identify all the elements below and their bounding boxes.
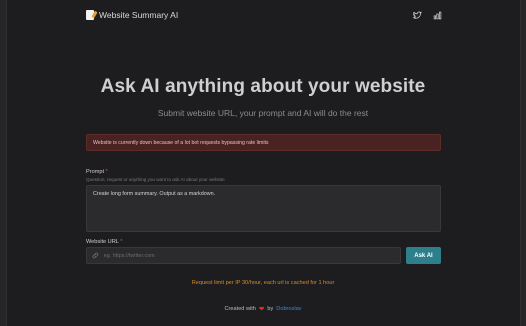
link-icon [92, 252, 99, 259]
stats-icon[interactable] [433, 11, 442, 20]
footer-prefix: Created with [224, 306, 256, 312]
site-title[interactable]: Website Summary AI [99, 10, 178, 20]
url-row: Ask AI [86, 247, 441, 264]
twitter-icon[interactable] [413, 11, 422, 20]
required-mark: * [120, 239, 123, 245]
url-label-text: Website URL [86, 239, 119, 245]
site-header: Website Summary AI [86, 8, 442, 22]
rate-limit-note: Request limit per IP 30/hour, each url i… [191, 280, 335, 286]
url-input[interactable] [103, 252, 400, 259]
author-link[interactable]: Dobroslav [276, 306, 301, 312]
footer: Created with ❤ by Dobroslav [0, 305, 526, 313]
url-field[interactable] [86, 247, 401, 264]
footer-by: by [267, 306, 274, 312]
hero-subtitle: Submit website URL, your prompt and AI w… [157, 108, 369, 118]
hero-title: Ask AI anything about your website [100, 76, 426, 97]
window-frame-left [0, 0, 7, 326]
required-mark: * [105, 169, 108, 175]
header-icons [413, 11, 442, 20]
prompt-textarea[interactable]: Create long form summary. Output as a ma… [86, 185, 441, 232]
prompt-label-text: Prompt [86, 169, 105, 175]
alert-text: Website is currently down because of a l… [93, 139, 269, 146]
heart-icon: ❤ [258, 306, 265, 313]
window-frame-right [520, 0, 526, 326]
document-icon [86, 10, 94, 20]
brand[interactable]: Website Summary AI [86, 10, 178, 20]
status-alert: Website is currently down because of a l… [86, 134, 441, 151]
prompt-label: Prompt * [86, 169, 108, 175]
prompt-hint: Question, request or anything you want t… [86, 177, 225, 182]
ask-ai-button[interactable]: Ask AI [406, 247, 441, 264]
url-label: Website URL * [86, 239, 122, 245]
